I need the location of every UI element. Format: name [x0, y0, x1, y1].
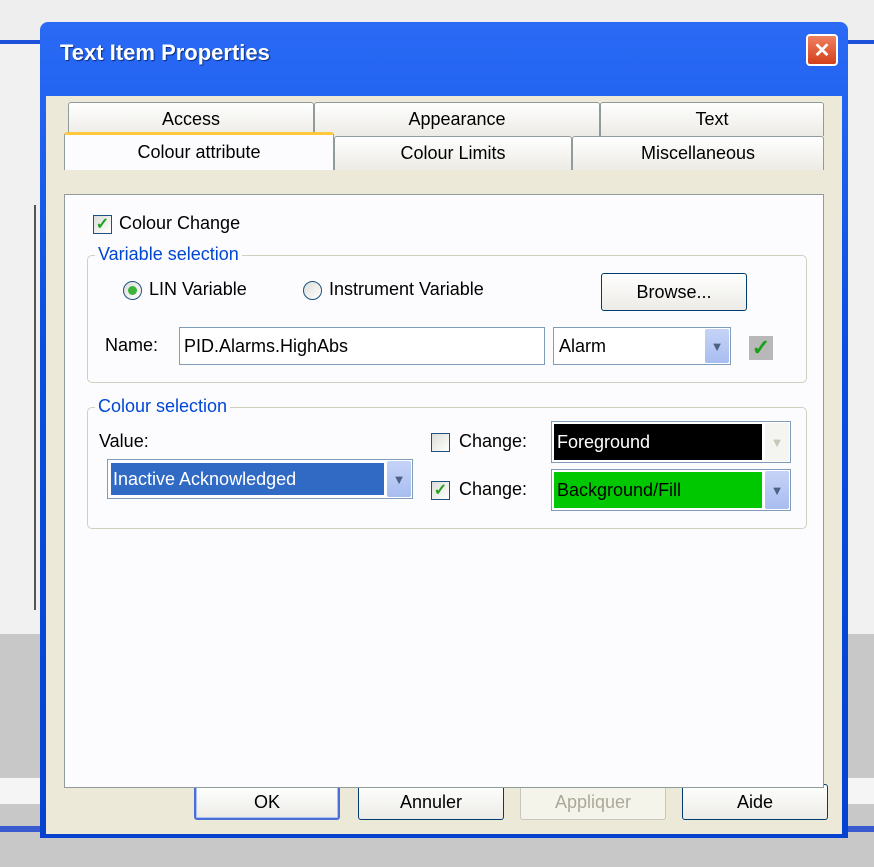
tab-colour-limits[interactable]: Colour Limits [334, 136, 572, 170]
lin-variable-label: LIN Variable [149, 279, 247, 299]
help-button[interactable]: Aide [682, 784, 828, 820]
tab-label: Miscellaneous [640, 143, 756, 163]
tab-miscellaneous[interactable]: Miscellaneous [572, 136, 824, 170]
change-background-label: Change: [459, 479, 528, 499]
browse-button-label: Browse... [636, 281, 712, 302]
tab-label: Colour Limits [400, 143, 506, 163]
tab-label: Colour attribute [137, 142, 261, 162]
colour-change-label: Colour Change [119, 213, 241, 233]
chevron-down-icon[interactable]: ▼ [765, 471, 789, 509]
radio-selected-dot [128, 286, 137, 295]
change-foreground-checkbox[interactable] [431, 433, 450, 452]
colour-change-checkbox[interactable]: ✓ [93, 215, 112, 234]
apply-button-label: Appliquer [554, 791, 632, 812]
lin-variable-radio[interactable] [123, 281, 142, 300]
colour-attribute-panel: ✓ Colour Change Variable selection LIN V… [64, 194, 824, 788]
tab-colour-attribute[interactable]: Colour attribute [64, 132, 334, 170]
tab-text[interactable]: Text [600, 102, 824, 136]
variable-type-value: Alarm [559, 335, 607, 356]
browse-button[interactable]: Browse... [601, 273, 747, 311]
text-item-properties-dialog: Text Item Properties ✕ Access Appearance… [40, 22, 848, 838]
title-bar[interactable]: Text Item Properties ✕ [40, 22, 848, 96]
colour-selection-title: Colour selection [95, 396, 231, 417]
tab-label: Access [161, 109, 221, 129]
foreground-colour-select: Foreground ▼ [551, 421, 791, 463]
close-icon: ✕ [813, 39, 831, 62]
check-icon: ✓ [433, 481, 448, 499]
change-background-checkbox[interactable]: ✓ [431, 481, 450, 500]
name-input[interactable]: PID.Alarms.HighAbs [179, 327, 545, 365]
background-app-divider [34, 205, 36, 610]
tab-access[interactable]: Access [68, 102, 314, 136]
help-button-label: Aide [736, 791, 774, 812]
chevron-down-icon[interactable]: ▼ [705, 329, 729, 363]
name-input-value: PID.Alarms.HighAbs [184, 335, 349, 356]
dialog-title: Text Item Properties [60, 40, 270, 65]
check-icon: ✓ [95, 215, 110, 233]
foreground-colour-value: Foreground [557, 431, 651, 452]
instrument-variable-label: Instrument Variable [329, 279, 484, 299]
tab-appearance[interactable]: Appearance [314, 102, 600, 136]
tab-label: Text [695, 109, 729, 129]
chevron-down-icon[interactable]: ▼ [387, 461, 411, 497]
variable-type-select[interactable]: Alarm ▼ [553, 327, 731, 365]
tab-label: Appearance [408, 109, 506, 129]
variable-selection-title: Variable selection [95, 244, 242, 265]
apply-button: Appliquer [520, 784, 666, 820]
chevron-down-icon: ▼ [765, 423, 789, 461]
change-foreground-label: Change: [459, 431, 528, 451]
name-label: Name: [105, 335, 159, 355]
close-button[interactable]: ✕ [806, 34, 838, 66]
cancel-button-label: Annuler [399, 791, 463, 812]
validity-check-icon: ✓ [749, 335, 773, 360]
value-select-value: Inactive Acknowledged [113, 468, 297, 489]
background-colour-value: Background/Fill [557, 479, 682, 500]
instrument-variable-radio[interactable] [303, 281, 322, 300]
value-label: Value: [99, 431, 149, 451]
ok-button[interactable]: OK [194, 784, 340, 820]
ok-button-label: OK [253, 791, 280, 812]
background-colour-select[interactable]: Background/Fill ▼ [551, 469, 791, 511]
cancel-button[interactable]: Annuler [358, 784, 504, 820]
dialog-client-area: Access Appearance Text Colour attribute … [46, 96, 842, 834]
value-select[interactable]: Inactive Acknowledged ▼ [107, 459, 413, 499]
